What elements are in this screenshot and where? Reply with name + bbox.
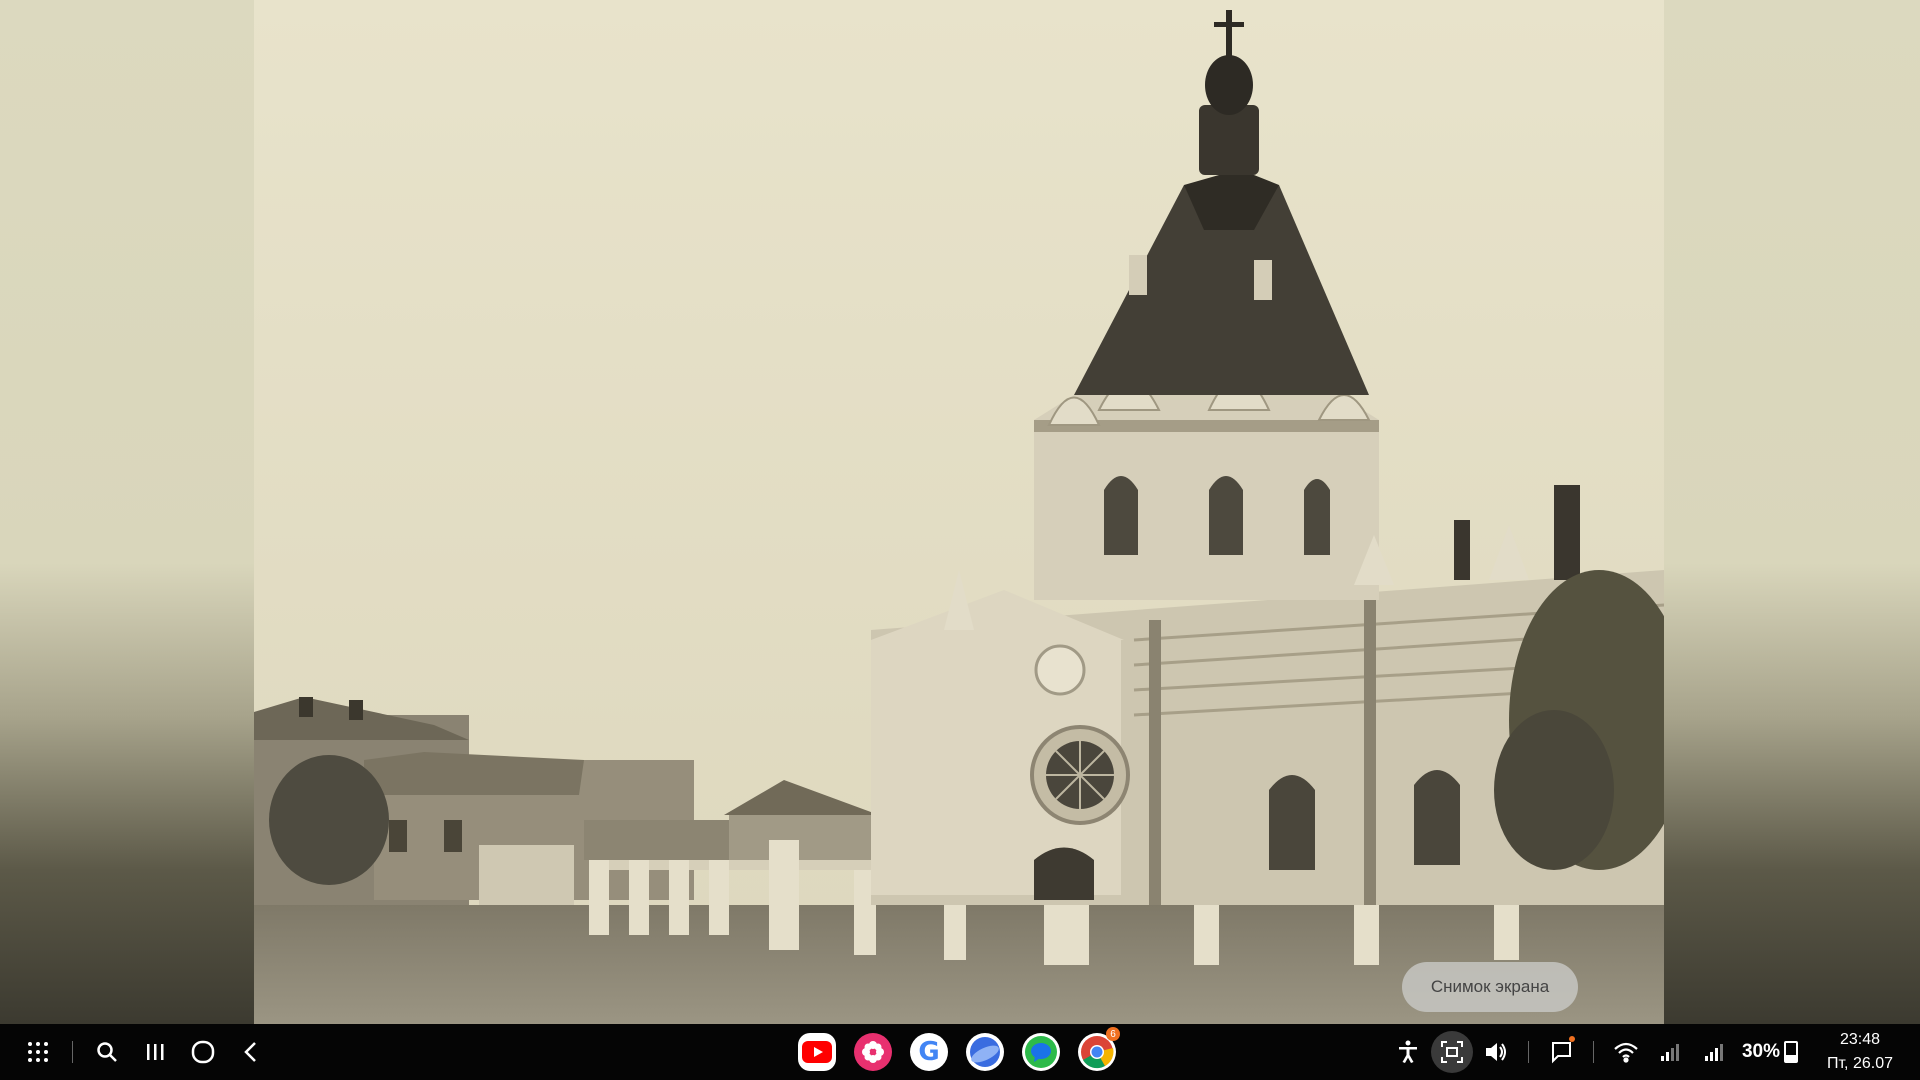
clock-time: 23:48 <box>1839 1031 1881 1048</box>
divider <box>1527 1041 1529 1063</box>
screen: Снимок экрана G 6 30% 23:48 Пт, 26.07 <box>0 0 1920 1080</box>
system-tray: 30% 23:48 Пт, 26.07 <box>1386 1024 1920 1080</box>
messages-icon[interactable] <box>1022 1033 1060 1071</box>
accessibility-icon[interactable] <box>1386 1024 1430 1080</box>
divider <box>72 1041 73 1063</box>
home-icon[interactable] <box>179 1024 227 1080</box>
signal-icon-2 <box>1692 1024 1736 1080</box>
recents-icon[interactable] <box>131 1024 179 1080</box>
notifications-icon[interactable] <box>1539 1024 1583 1080</box>
divider <box>1592 1041 1594 1063</box>
toast-text: Снимок экрана <box>1430 977 1550 996</box>
wifi-icon[interactable] <box>1604 1024 1648 1080</box>
google-icon[interactable]: G <box>910 1033 948 1071</box>
youtube-icon[interactable] <box>798 1033 836 1071</box>
flower-icon[interactable] <box>854 1033 892 1071</box>
chrome-icon[interactable]: 6 <box>1078 1027 1120 1071</box>
nav-buttons <box>14 1024 275 1080</box>
back-icon[interactable] <box>227 1024 275 1080</box>
pinned-apps: G 6 <box>798 1024 1120 1080</box>
search-icon[interactable] <box>83 1024 131 1080</box>
chrome-badge: 6 <box>1106 1027 1120 1041</box>
notification-dot <box>1568 1036 1575 1042</box>
screenshot-toast: Снимок экрана <box>1402 962 1578 1012</box>
signal-icon <box>1648 1024 1692 1080</box>
apps-grid-icon[interactable] <box>14 1024 62 1080</box>
clock[interactable]: 23:48 Пт, 26.07 <box>1812 1028 1908 1076</box>
volume-icon[interactable] <box>1474 1024 1518 1080</box>
battery-icon <box>1784 1041 1798 1063</box>
battery-percent: 30% <box>1741 1041 1780 1062</box>
screenshot-icon[interactable] <box>1430 1024 1474 1080</box>
taskbar: G 6 30% 23:48 Пт, 26.07 <box>0 1024 1920 1080</box>
internet-icon[interactable] <box>966 1033 1004 1071</box>
clock-date: Пт, 26.07 <box>1827 1055 1893 1072</box>
church-photo <box>254 0 1664 1024</box>
